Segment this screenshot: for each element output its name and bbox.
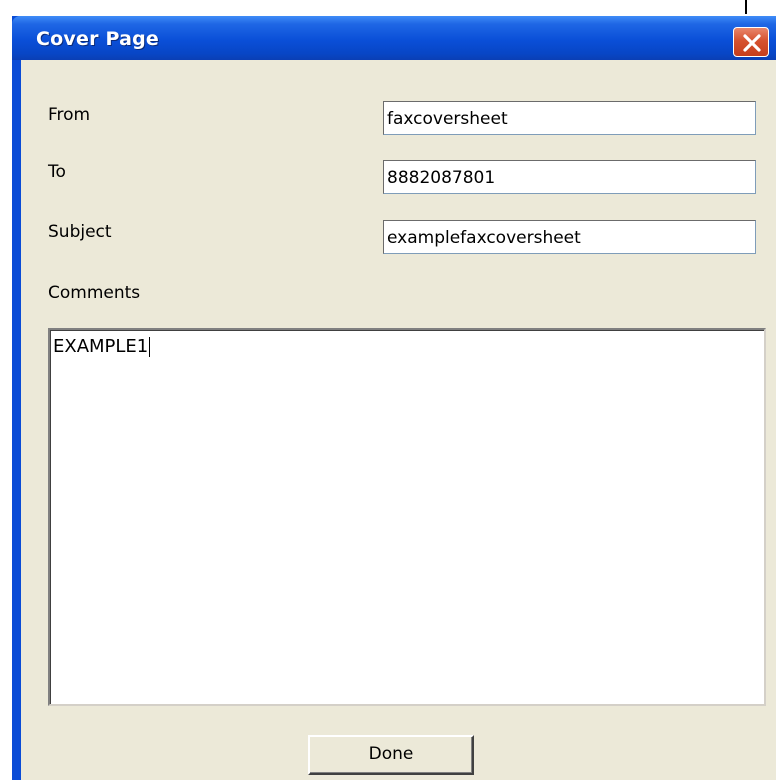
close-button[interactable] <box>733 27 769 57</box>
cover-page-dialog: Cover Page From faxcoversheet To 8882087… <box>12 16 776 780</box>
subject-label: Subject <box>48 222 112 242</box>
to-label: To <box>48 162 66 182</box>
dialog-body: From faxcoversheet To 8882087801 Subject… <box>21 60 776 780</box>
from-field[interactable]: faxcoversheet <box>383 101 756 135</box>
from-label: From <box>48 105 91 125</box>
comments-text: EXAMPLE1 <box>53 336 149 357</box>
window-title: Cover Page <box>36 28 159 50</box>
text-caret <box>149 337 151 357</box>
desktop-background: Cover Page From faxcoversheet To 8882087… <box>0 0 776 780</box>
close-icon <box>743 34 761 52</box>
done-button[interactable]: Done <box>308 735 474 775</box>
title-bar[interactable]: Cover Page <box>12 16 776 60</box>
comments-textarea[interactable]: EXAMPLE1 <box>48 328 766 706</box>
background-window-edge <box>745 0 747 14</box>
comments-label: Comments <box>48 283 141 303</box>
to-field[interactable]: 8882087801 <box>383 160 756 194</box>
subject-field[interactable]: examplefaxcoversheet <box>383 220 756 254</box>
